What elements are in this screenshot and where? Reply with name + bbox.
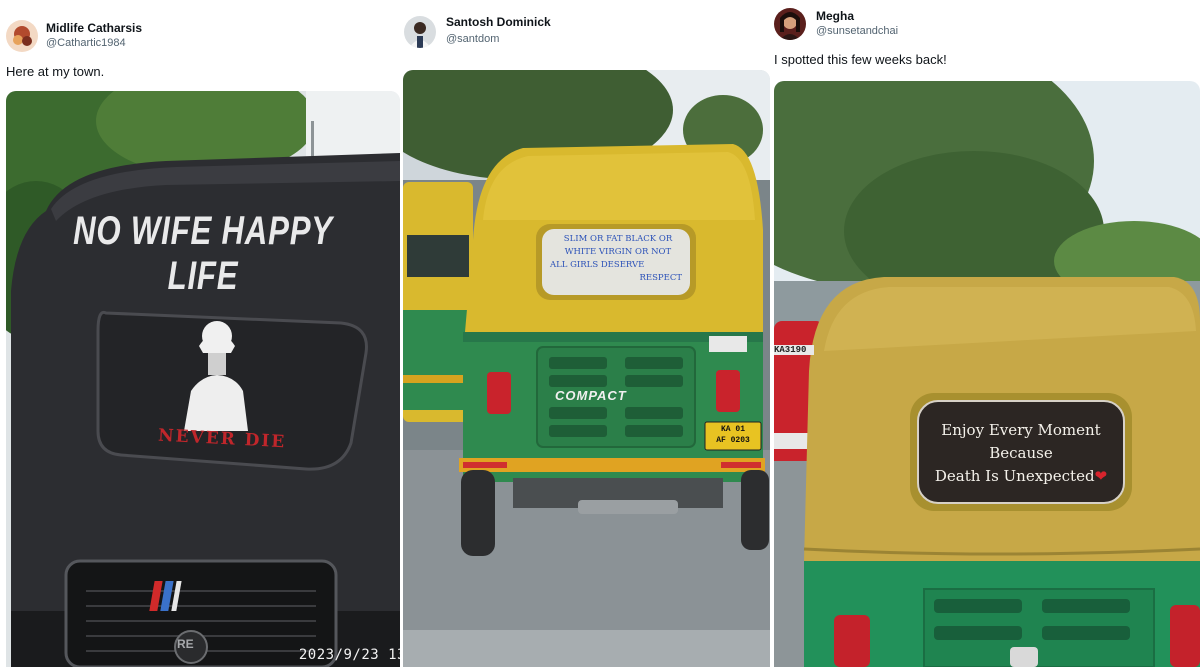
heart-icon: ❤ — [1094, 467, 1108, 485]
sticker-text: SLIM OR FAT BLACK OR WHITE VIRGIN OR NOT… — [544, 233, 692, 285]
tweet-photo-auto-rickshaw-yellow-green[interactable]: SLIM OR FAT BLACK OR WHITE VIRGIN OR NOT… — [403, 70, 770, 667]
plate-line-1: KA 01 — [720, 425, 745, 434]
tweet-card-3: Megha @sunsetandchai I spotted this few … — [770, 0, 1200, 667]
sticker-line-1: SLIM OR FAT BLACK OR — [563, 234, 673, 244]
photo-timestamp: 2023/9/23 13 — [298, 647, 400, 663]
brand-emblem: RE — [177, 637, 194, 651]
display-name[interactable]: Santosh Dominick — [446, 15, 551, 29]
tweet-card-2: Santosh Dominick @santdom SLIM OR FAT BL… — [400, 0, 770, 667]
user-handle[interactable]: @santdom — [446, 33, 499, 45]
user-handle[interactable]: @Cathartic1984 — [46, 37, 126, 49]
sticker-line-2: WHITE VIRGIN OR NOT — [564, 247, 672, 257]
sticker-line-1: Enjoy Every Moment — [941, 421, 1101, 439]
sticker-line-3: Death Is Unexpected❤ — [922, 465, 1120, 488]
avatar-midlife-catharsis[interactable] — [6, 20, 38, 52]
display-name[interactable]: Midlife Catharsis — [46, 21, 142, 35]
plate-line-2: AF 0203 — [716, 436, 750, 445]
user-handle[interactable]: @sunsetandchai — [816, 25, 898, 37]
avatar-megha[interactable] — [774, 8, 806, 40]
tweet-text: Here at my town. — [6, 64, 105, 79]
sticker-line-3-text: Death Is Unexpected — [934, 467, 1095, 485]
display-name[interactable]: Megha — [816, 9, 854, 23]
avatar-santosh-dominick[interactable] — [404, 16, 436, 48]
sticker-line-2: Because — [989, 444, 1053, 462]
sticker-line-3: ALL GIRLS DESERVE — [550, 260, 645, 270]
license-plate: KA 01 AF 0203 — [705, 424, 761, 446]
side-number-plate: KA3190 — [774, 345, 814, 355]
tweet-photo-auto-rickshaw-black[interactable]: NO WIFE HAPPY LIFE NEVER DIE RE 2023/9/2… — [6, 91, 400, 667]
brand-decal: COMPACT — [555, 388, 627, 403]
tweet-card-1: Midlife Catharsis @Cathartic1984 Here at… — [0, 0, 400, 667]
sticker-line-4: RESPECT — [639, 273, 682, 283]
tweet-text: I spotted this few weeks back! — [774, 52, 947, 67]
canopy-slogan: NO WIFE HAPPY LIFE — [73, 209, 333, 298]
tweet-photo-auto-rickshaw-sticker[interactable]: KA3190 Enjoy Every Moment Because Death … — [774, 81, 1200, 667]
